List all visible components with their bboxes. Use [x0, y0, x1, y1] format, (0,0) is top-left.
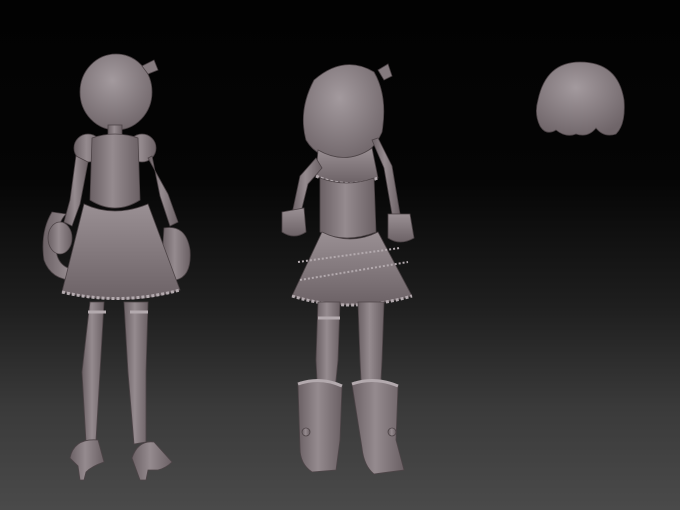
figure-long-hair-doll[interactable]: [281, 63, 415, 475]
sculpt-scene: [42, 53, 625, 481]
sculpt-viewport[interactable]: [0, 0, 680, 510]
hair-bob-piece[interactable]: [536, 61, 625, 136]
figure-short-hair-doll[interactable]: [42, 53, 191, 481]
